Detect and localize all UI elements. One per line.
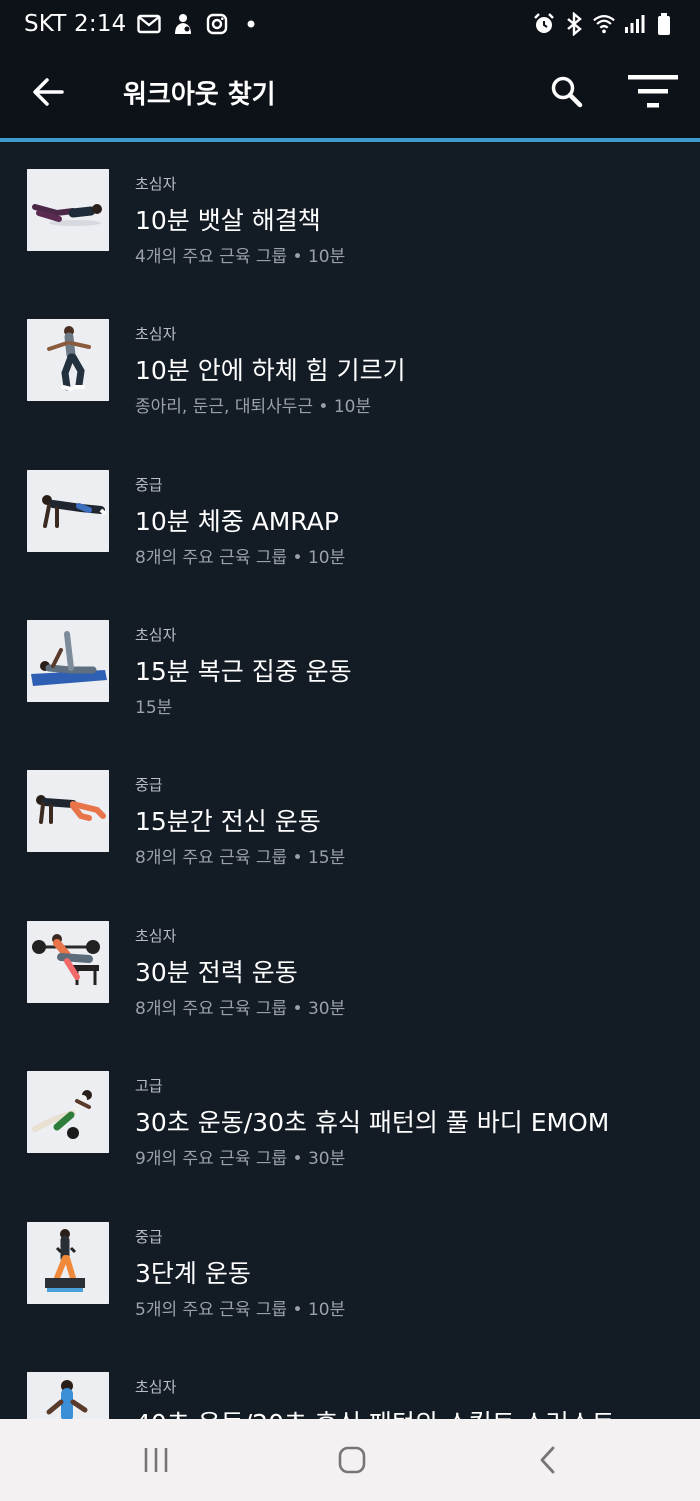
- workout-title: 30분 전력 운동: [135, 958, 298, 987]
- workout-list-item[interactable]: 초심자 10분 안에 하체 힘 기르기 종아리, 둔근, 대퇴사두근 • 10분: [0, 292, 700, 442]
- workout-meta: 4개의 주요 근육 그룹 • 10분: [135, 247, 346, 267]
- app-notification-icon: [171, 12, 195, 36]
- workout-title: 40초 운동/20초 휴식 패턴의 스킬트 스러스트: [135, 1404, 615, 1419]
- mail-icon: [136, 12, 161, 36]
- workout-level: 중급: [135, 776, 163, 794]
- workout-thumbnail: [27, 921, 109, 1003]
- workout-thumbnail: [27, 620, 109, 702]
- filter-icon[interactable]: [624, 68, 682, 114]
- workout-title: 10분 체중 AMRAP: [135, 507, 339, 536]
- recents-icon[interactable]: [131, 1440, 181, 1480]
- arrow-left-icon[interactable]: [28, 70, 68, 114]
- workout-level: 초심자: [135, 175, 177, 193]
- workout-thumbnail: [27, 470, 109, 552]
- carrier-time: SKT 2:14: [24, 11, 127, 37]
- signal-icon: [622, 12, 646, 36]
- workout-title: 15분 복근 집중 운동: [135, 657, 352, 686]
- workout-list-item[interactable]: 초심자 40초 운동/20초 휴식 패턴의 스킬트 스러스트: [0, 1345, 700, 1419]
- workout-thumbnail: [27, 1071, 109, 1153]
- workout-title: 3단계 운동: [135, 1259, 251, 1288]
- workout-thumbnail: [27, 169, 109, 251]
- workout-thumbnail: [27, 319, 109, 401]
- workout-level: 초심자: [135, 927, 177, 945]
- workout-thumbnail: [27, 1372, 109, 1419]
- workout-title: 10분 뱃살 해결책: [135, 206, 321, 235]
- workout-meta: 8개의 주요 근육 그룹 • 30분: [135, 999, 346, 1019]
- alarm-icon: [532, 12, 556, 36]
- wifi-icon: [592, 12, 616, 36]
- back-chevron-icon[interactable]: [523, 1440, 573, 1480]
- app-bar: [0, 50, 700, 138]
- workout-meta: 15분: [135, 698, 173, 718]
- workout-list-item[interactable]: 중급 10분 체중 AMRAP 8개의 주요 근육 그룹 • 10분: [0, 443, 700, 593]
- bluetooth-icon: [562, 12, 586, 36]
- workout-list-item[interactable]: 중급 3단계 운동 5개의 주요 근육 그룹 • 10분: [0, 1195, 700, 1345]
- workout-title: 30초 운동/30초 휴식 패턴의 풀 바디 EMOM: [135, 1108, 610, 1137]
- workout-level: 고급: [135, 1077, 163, 1095]
- workout-list-item[interactable]: 중급 15분간 전신 운동 8개의 주요 근육 그룹 • 15분: [0, 743, 700, 893]
- workout-meta: 9개의 주요 근육 그룹 • 30분: [135, 1149, 346, 1169]
- workout-list-item[interactable]: 초심자 15분 복근 집중 운동 15분: [0, 593, 700, 743]
- workout-title: 15분간 전신 운동: [135, 807, 321, 836]
- workout-level: 초심자: [135, 626, 177, 644]
- page-title: 워크아웃 찾기: [123, 80, 276, 110]
- workout-meta: 8개의 주요 근육 그룹 • 10분: [135, 548, 346, 568]
- workout-level: 초심자: [135, 325, 177, 343]
- workout-list-item[interactable]: 고급 30초 운동/30초 휴식 패턴의 풀 바디 EMOM 9개의 주요 근육…: [0, 1044, 700, 1194]
- workout-list-item[interactable]: 초심자 30분 전력 운동 8개의 주요 근육 그룹 • 30분: [0, 894, 700, 1044]
- workout-thumbnail: [27, 770, 109, 852]
- workout-thumbnail: [27, 1222, 109, 1304]
- workout-meta: 5개의 주요 근육 그룹 • 10분: [135, 1300, 346, 1320]
- workout-title: 10분 안에 하체 힘 기르기: [135, 356, 406, 385]
- home-icon[interactable]: [327, 1440, 377, 1480]
- status-bar: SKT 2:14: [0, 0, 700, 50]
- workout-meta: 8개의 주요 근육 그룹 • 15분: [135, 848, 346, 868]
- battery-icon: [652, 12, 676, 36]
- workout-level: 중급: [135, 1228, 163, 1246]
- dot-icon: [239, 12, 263, 36]
- instagram-icon: [205, 12, 229, 36]
- workout-meta: 종아리, 둔근, 대퇴사두근 • 10분: [135, 397, 372, 417]
- workout-list-item[interactable]: 초심자 10분 뱃살 해결책 4개의 주요 근육 그룹 • 10분: [0, 142, 700, 292]
- workout-level: 중급: [135, 476, 163, 494]
- workout-list[interactable]: 초심자 10분 뱃살 해결책 4개의 주요 근육 그룹 • 10분 초심자 10…: [0, 142, 700, 1419]
- search-icon[interactable]: [545, 70, 589, 114]
- workout-level: 초심자: [135, 1378, 177, 1396]
